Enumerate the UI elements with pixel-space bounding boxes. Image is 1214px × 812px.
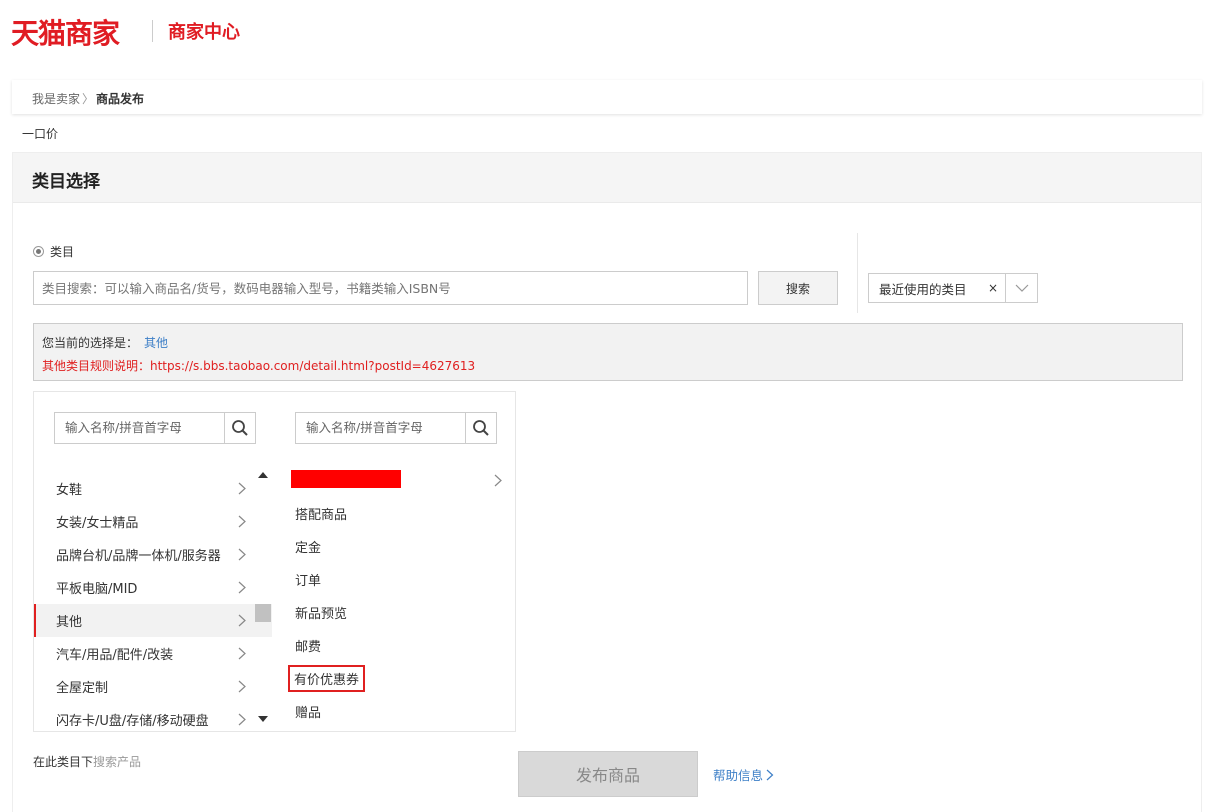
list-item-label: 定金 [295, 541, 322, 556]
level1-search[interactable] [54, 412, 256, 444]
search-icon[interactable] [224, 413, 255, 443]
tmall-merchant-logo[interactable]: 天猫商家 [11, 12, 120, 52]
breadcrumb-current: 商品发布 [96, 92, 145, 106]
recent-categories-label: 最近使用的类目 [879, 281, 967, 297]
search-icon[interactable] [465, 413, 496, 443]
list-item[interactable]: 女装/女士精品 [34, 505, 272, 538]
panel-title: 类目选择 [13, 153, 1201, 203]
level1-search-input[interactable] [55, 413, 224, 443]
list-item[interactable]: 订单 [274, 563, 516, 596]
selection-prefix: 您当前的选择是： [42, 336, 139, 350]
search-in-category-prefix: 在此类目下 [33, 755, 94, 769]
list-item[interactable]: 定金 [274, 530, 516, 563]
list-item-redacted[interactable] [274, 464, 516, 497]
top-header: 天猫商家 商家中心 [0, 0, 1214, 62]
list-item-label: 其他 [56, 615, 83, 630]
list-item-label: 闪存卡/U盘/存储/移动硬盘 [56, 714, 209, 729]
list-item[interactable]: 搭配商品 [274, 497, 516, 530]
list-item-label: 女鞋 [56, 483, 83, 498]
help-link-label: 帮助信息 [713, 768, 764, 783]
list-item-label: 新品预览 [295, 607, 348, 622]
list-item[interactable]: 赠品 [274, 695, 516, 728]
list-item-label: 赠品 [295, 706, 322, 721]
breadcrumb-seller[interactable]: 我是卖家 [32, 92, 80, 106]
chevron-right-icon [238, 680, 246, 693]
header-divider [152, 20, 153, 42]
chevron-right-icon [238, 515, 246, 528]
selection-value-link[interactable]: 其他 [144, 336, 168, 350]
category-search-input[interactable] [33, 271, 748, 305]
publish-button[interactable]: 发布商品 [518, 751, 698, 797]
chevron-right-icon: 〉 [82, 92, 95, 106]
scroll-up-icon[interactable] [258, 472, 268, 478]
clear-icon[interactable]: × [981, 281, 1005, 295]
category-columns: 女鞋 女装/女士精品 品牌台机/品牌一体机/服务器 平板电脑/MID 其他 汽车… [33, 391, 516, 732]
current-selection-box: 您当前的选择是： 其他 其他类目规则说明：https://s.bbs.taobao… [33, 323, 1183, 381]
list-item-label: 订单 [295, 574, 322, 589]
list-item-label: 有价优惠券 [288, 665, 366, 692]
radio-icon[interactable] [33, 246, 44, 257]
list-item-label: 平板电脑/MID [56, 582, 138, 597]
list-item-highlighted[interactable]: 有价优惠券 [274, 662, 516, 695]
chevron-right-icon [238, 548, 246, 561]
chevron-down-icon[interactable] [1005, 274, 1037, 302]
list-item[interactable]: 女鞋 [34, 472, 272, 505]
price-type-label: 一口价 [22, 127, 59, 141]
merchant-center-title[interactable]: 商家中心 [168, 18, 240, 44]
list-item[interactable]: 品牌台机/品牌一体机/服务器 [34, 538, 272, 571]
level2-list: 搭配商品 定金 订单 新品预览 邮费 有价优惠券 赠品 [274, 464, 516, 732]
search-button[interactable]: 搜索 [758, 271, 838, 305]
category-panel: 类目选择 类目 搜索 最近使用的类目 × 您当前的选择是： 其他 其他类目规则说明… [12, 152, 1202, 812]
breadcrumb: 我是卖家〉商品发布 [12, 80, 1202, 114]
level1-list: 女鞋 女装/女士精品 品牌台机/品牌一体机/服务器 平板电脑/MID 其他 汽车… [34, 472, 272, 732]
redaction-block [291, 470, 401, 488]
list-item[interactable]: 汽车/用品/配件/改装 [34, 637, 272, 670]
chevron-right-icon [238, 581, 246, 594]
level2-search-input[interactable] [296, 413, 465, 443]
chevron-right-icon [238, 713, 246, 726]
chevron-right-icon [238, 482, 246, 495]
list-item-label: 品牌台机/品牌一体机/服务器 [56, 549, 221, 564]
help-link[interactable]: 帮助信息 [713, 765, 774, 784]
level2-search[interactable] [295, 412, 497, 444]
vertical-divider [857, 233, 858, 313]
category-radio-row[interactable]: 类目 [33, 243, 74, 260]
list-item-label: 全屋定制 [56, 681, 109, 696]
list-item[interactable]: 闪存卡/U盘/存储/移动硬盘 [34, 703, 272, 732]
list-item[interactable]: 新品预览 [274, 596, 516, 629]
list-item[interactable]: 邮费 [274, 629, 516, 662]
list-item-label: 邮费 [295, 640, 322, 655]
list-item[interactable]: 平板电脑/MID [34, 571, 272, 604]
category-rule-text: 其他类目规则说明：https://s.bbs.taobao.com/detail… [42, 359, 476, 373]
list-item-label: 搭配商品 [295, 508, 348, 523]
level1-scrollbar[interactable] [254, 466, 272, 728]
search-products-link[interactable]: 搜索产品 [93, 755, 141, 769]
search-in-category: 在此类目下搜索产品 [33, 753, 141, 770]
chevron-right-icon [238, 647, 246, 660]
list-item-selected[interactable]: 其他 [34, 604, 272, 637]
chevron-right-icon [766, 769, 774, 780]
list-item-label: 汽车/用品/配件/改装 [56, 648, 174, 663]
chevron-right-icon [494, 474, 502, 487]
list-item[interactable]: 全屋定制 [34, 670, 272, 703]
recent-categories-select[interactable]: 最近使用的类目 × [868, 273, 1038, 303]
list-item-label: 女装/女士精品 [56, 516, 139, 531]
scroll-down-icon[interactable] [258, 716, 268, 722]
scrollbar-thumb[interactable] [255, 604, 271, 622]
category-radio-label: 类目 [50, 245, 75, 259]
chevron-right-icon [238, 614, 246, 627]
